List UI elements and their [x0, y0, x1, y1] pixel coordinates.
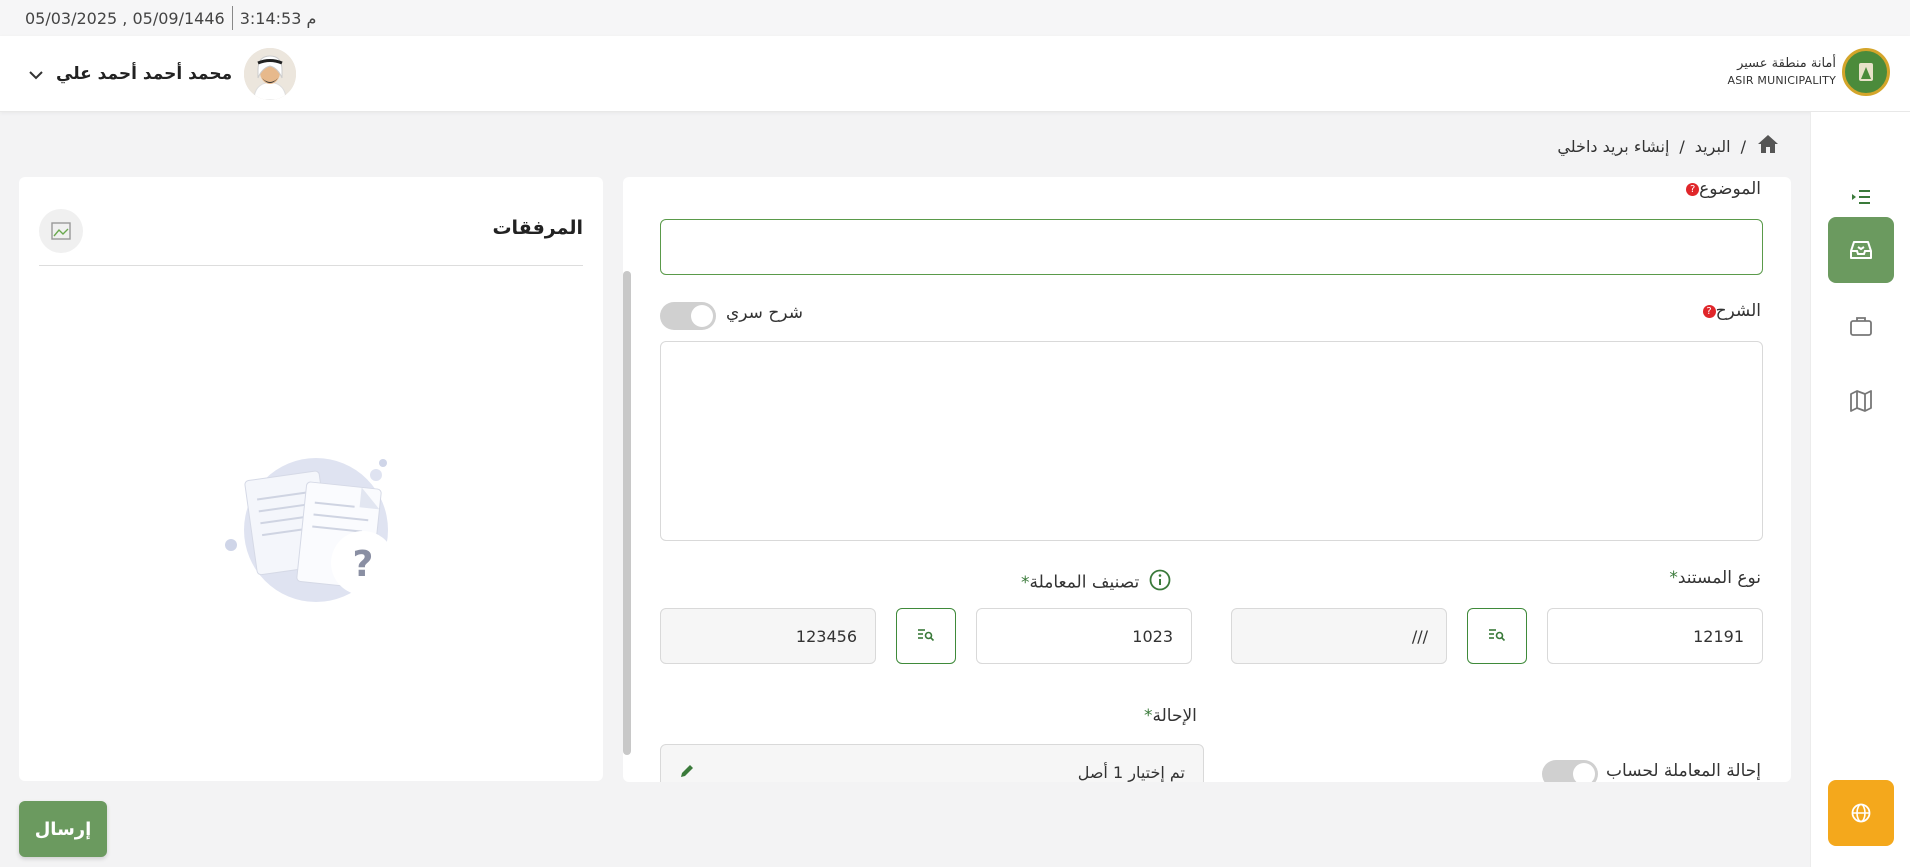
- required-icon: ?: [1702, 304, 1716, 318]
- scrollbar[interactable]: [623, 271, 631, 755]
- required-star: *: [1021, 572, 1030, 593]
- doc-type-code-input[interactable]: 12191: [1547, 608, 1763, 664]
- edit-pencil-icon[interactable]: [679, 763, 695, 782]
- subject-label: الموضوع?: [1678, 179, 1761, 199]
- breadcrumb-separator: /: [1740, 136, 1746, 156]
- logo-arabic-text: أمانة منطقة عسير: [1737, 56, 1836, 71]
- municipality-logo: أمانة منطقة عسير ASIR MUNICIPALITY: [1727, 48, 1890, 96]
- avatar[interactable]: [244, 48, 297, 100]
- description-textarea[interactable]: [660, 341, 1763, 541]
- classification-code-input[interactable]: 1023: [976, 608, 1192, 664]
- chevron-down-icon[interactable]: [28, 65, 44, 84]
- referral-value: تم إختيار 1 أصل: [1077, 763, 1185, 782]
- attachments-title: المرفقات: [492, 217, 583, 239]
- globe-icon[interactable]: [1828, 780, 1894, 846]
- date-display: 05/03/2025 , 05/09/1446: [25, 8, 225, 28]
- status-bar: 05/03/2025 , 05/09/1446 3:14:53 م: [0, 0, 1910, 36]
- classification-name-field: 123456: [660, 608, 876, 664]
- empty-documents-illustration: ?: [216, 445, 406, 619]
- divider: [231, 6, 233, 30]
- user-menu[interactable]: محمد أحمد أحمد علي: [28, 48, 297, 100]
- account-referral-toggle[interactable]: [1542, 760, 1598, 782]
- attachments-panel: المرفقات ?: [19, 177, 603, 781]
- doc-type-name-field: ///: [1231, 608, 1447, 664]
- emblem-icon: [1842, 48, 1890, 96]
- subject-input[interactable]: [660, 219, 1763, 275]
- doc-type-search-button[interactable]: [1467, 608, 1527, 664]
- required-star: *: [1144, 706, 1153, 726]
- referral-field[interactable]: تم إختيار 1 أصل: [660, 744, 1204, 782]
- required-star: *: [1669, 568, 1678, 588]
- svg-text:?: ?: [353, 544, 374, 585]
- app-header: محمد أحمد أحمد علي أمانة منطقة عسير ASIR…: [0, 36, 1910, 112]
- required-icon: ?: [1686, 182, 1700, 196]
- secret-toggle[interactable]: [660, 302, 716, 330]
- classification-search-button[interactable]: [896, 608, 956, 664]
- briefcase-icon[interactable]: [1828, 293, 1894, 359]
- info-icon[interactable]: [1149, 569, 1171, 596]
- breadcrumb: / البريد / إنشاء بريد داخلي: [1557, 133, 1780, 159]
- user-name[interactable]: محمد أحمد أحمد علي: [56, 64, 232, 84]
- time-display: 3:14:53 م: [239, 8, 317, 28]
- mail-form: الموضوع? الشرح? شرح سري نوع المستند* تصن…: [623, 177, 1791, 782]
- breadcrumb-mail[interactable]: البريد: [1695, 137, 1731, 156]
- account-referral-label: إحالة المعاملة لحساب: [1606, 761, 1761, 781]
- add-attachment-icon[interactable]: [39, 209, 83, 253]
- secret-label: شرح سري: [726, 303, 803, 323]
- breadcrumb-separator: /: [1679, 136, 1685, 156]
- divider: [39, 265, 583, 266]
- logo-english-text: ASIR MUNICIPALITY: [1727, 74, 1836, 87]
- breadcrumb-current: إنشاء بريد داخلي: [1557, 136, 1670, 156]
- list-search-icon: [1488, 627, 1506, 646]
- inbox-icon[interactable]: [1828, 217, 1894, 283]
- description-label: الشرح?: [1695, 301, 1761, 321]
- doc-type-label: نوع المستند*: [1669, 568, 1761, 588]
- send-button[interactable]: إرسال: [19, 801, 107, 857]
- side-navigation: [1810, 112, 1910, 867]
- home-icon[interactable]: [1756, 133, 1780, 159]
- classification-label: تصنيف المعاملة*: [1013, 569, 1171, 596]
- referral-label: الإحالة*: [1144, 706, 1197, 726]
- list-search-icon: [917, 627, 935, 646]
- map-icon[interactable]: [1828, 368, 1894, 434]
